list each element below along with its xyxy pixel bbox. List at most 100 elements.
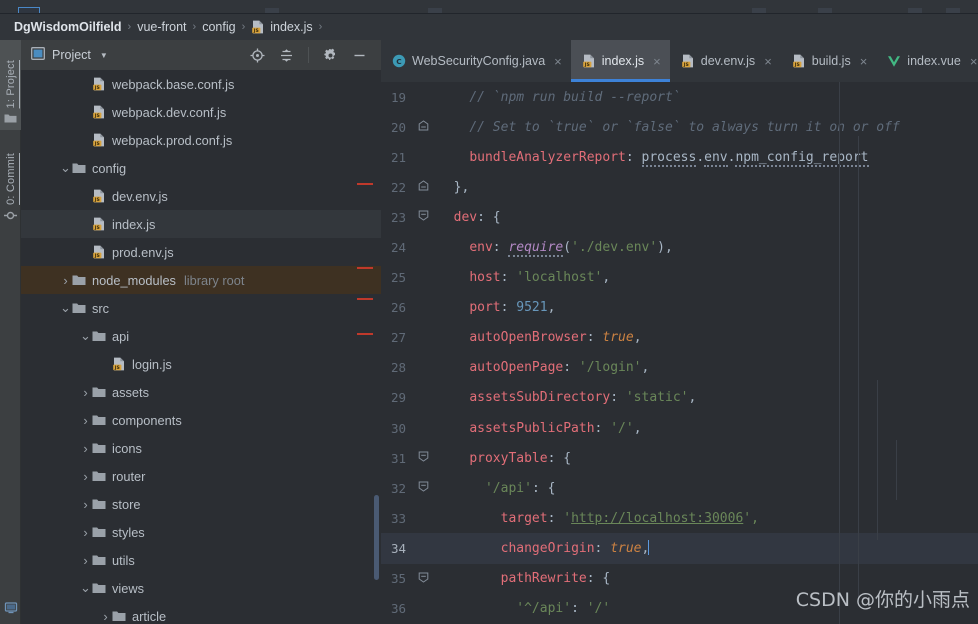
menu-bar-active-item[interactable] — [18, 7, 40, 13]
tree-row[interactable]: › store — [21, 490, 381, 518]
code-line[interactable]: 22 }, — [381, 172, 978, 202]
code-line[interactable]: 26 port: 9521, — [381, 293, 978, 323]
tree-row[interactable]: › utils — [21, 546, 381, 574]
close-icon[interactable]: × — [860, 54, 868, 69]
code-line[interactable]: 29 assetsSubDirectory: 'static', — [381, 383, 978, 413]
chevron-down-icon[interactable]: ⌄ — [79, 329, 92, 342]
fold-end-icon[interactable] — [414, 120, 432, 134]
editor-tab-dev-env-js[interactable]: JS dev.env.js × — [670, 40, 781, 82]
breadcrumb-item-2[interactable]: config — [202, 20, 235, 34]
gear-icon[interactable] — [323, 48, 338, 63]
chevron-down-icon[interactable]: ▼ — [100, 51, 108, 60]
menu-bar-item[interactable] — [752, 8, 766, 13]
chevron-right-icon[interactable]: › — [79, 553, 92, 568]
line-number: 27 — [390, 330, 406, 346]
sidebar-item-terminal[interactable] — [0, 601, 21, 620]
breadcrumb-item-0[interactable]: DgWisdomOilfield — [14, 20, 122, 34]
fold-collapse-icon[interactable] — [414, 572, 432, 586]
project-panel-title-group[interactable]: Project ▼ — [31, 47, 108, 63]
tree-row[interactable]: › article — [21, 602, 381, 624]
tree-row[interactable]: JS prod.env.js — [21, 238, 381, 266]
project-tree-scrollbar[interactable] — [374, 495, 379, 580]
chevron-right-icon[interactable]: › — [99, 609, 112, 624]
tree-row[interactable]: JS webpack.dev.conf.js — [21, 98, 381, 126]
code-editor[interactable]: 19 // `npm run build --report` 20 // Set … — [381, 82, 978, 624]
folder-icon — [92, 414, 106, 426]
close-icon[interactable]: × — [970, 54, 978, 69]
chevron-down-icon[interactable]: ⌄ — [79, 581, 92, 594]
code-line[interactable]: 20 // Set to `true` or `false` to always… — [381, 112, 978, 142]
collapse-all-icon[interactable] — [279, 48, 294, 63]
code-line[interactable]: 28 autoOpenPage: '/login', — [381, 353, 978, 383]
tree-row[interactable]: › router — [21, 462, 381, 490]
menu-bar-item[interactable] — [946, 8, 960, 13]
tree-row[interactable]: ⌄ src — [21, 294, 381, 322]
close-icon[interactable]: × — [653, 54, 661, 69]
editor-tab-websecurityconfig-java[interactable]: C WebSecurityConfig.java × — [381, 40, 571, 82]
chevron-down-icon[interactable]: ⌄ — [59, 161, 72, 174]
fold-collapse-icon[interactable] — [414, 210, 432, 224]
breadcrumb-item-3[interactable]: JS index.js — [251, 20, 313, 34]
chevron-right-icon[interactable]: › — [79, 497, 92, 512]
tree-row[interactable]: JS index.js — [21, 210, 381, 238]
menu-bar-item[interactable] — [428, 8, 442, 13]
chevron-right-icon[interactable]: › — [79, 525, 92, 540]
chevron-right-icon[interactable]: › — [79, 413, 92, 428]
fold-collapse-icon[interactable] — [414, 481, 432, 495]
code-line[interactable]: 24 env: require('./dev.env'), — [381, 232, 978, 262]
menu-bar-item[interactable] — [818, 8, 832, 13]
code-line[interactable]: 27 autoOpenBrowser: true, — [381, 323, 978, 353]
editor-tab-build-js[interactable]: JS build.js × — [781, 40, 877, 82]
tree-row[interactable]: JS login.js — [21, 350, 381, 378]
code-line[interactable]: 33 target: 'http://localhost:30006', — [381, 503, 978, 533]
code-line[interactable]: 34 changeOrigin: true, — [381, 533, 978, 564]
tree-row[interactable]: JS dev.env.js — [21, 182, 381, 210]
tree-row[interactable]: ⌄ config — [21, 154, 381, 182]
code-line[interactable]: 31 proxyTable: { — [381, 443, 978, 473]
tree-row[interactable]: ⌄ api — [21, 322, 381, 350]
project-tree[interactable]: JS webpack.base.conf.js JS webpack.dev.conf… — [21, 70, 381, 624]
menu-bar[interactable] — [0, 0, 978, 14]
code-line[interactable]: 19 // `npm run build --report` — [381, 82, 978, 112]
editor-tab-index-vue[interactable]: index.vue × — [876, 40, 978, 82]
breadcrumb-item-label: vue-front — [137, 20, 187, 34]
sidebar-item-project[interactable]: 1: Project — [0, 40, 21, 130]
code-line[interactable]: 36 '^/api': '/' — [381, 594, 978, 624]
sidebar-item-commit[interactable]: 0: Commit — [0, 136, 21, 228]
tree-row[interactable]: JS webpack.base.conf.js — [21, 70, 381, 98]
tree-row[interactable]: › assets — [21, 378, 381, 406]
chevron-right-icon[interactable]: › — [59, 273, 72, 288]
line-number: 28 — [390, 360, 406, 376]
editor-tab-bar[interactable]: C WebSecurityConfig.java × JS index.js × JS dev… — [381, 40, 978, 82]
hide-panel-icon[interactable] — [352, 48, 367, 63]
close-icon[interactable]: × — [764, 54, 772, 69]
menu-bar-item[interactable] — [908, 8, 922, 13]
close-icon[interactable]: × — [554, 54, 562, 69]
js-file-icon: JS — [92, 189, 106, 203]
tree-row[interactable]: ⌄ views — [21, 574, 381, 602]
chevron-down-icon[interactable]: ⌄ — [59, 301, 72, 314]
chevron-right-icon[interactable]: › — [79, 385, 92, 400]
code-line[interactable]: 25 host: 'localhost', — [381, 263, 978, 293]
breadcrumb-item-1[interactable]: vue-front — [137, 20, 186, 34]
code-line[interactable]: 23 dev: { — [381, 202, 978, 232]
editor-tab-label: dev.env.js — [700, 54, 756, 68]
tree-row[interactable]: › components — [21, 406, 381, 434]
fold-end-icon[interactable] — [414, 180, 432, 194]
code-line[interactable]: 30 assetsPublicPath: '/', — [381, 413, 978, 443]
editor-tab-index-js[interactable]: JS index.js × — [570, 40, 670, 82]
fold-collapse-icon[interactable] — [414, 451, 432, 465]
chevron-right-icon[interactable]: › — [79, 441, 92, 456]
breadcrumb[interactable]: DgWisdomOilfield › vue-front › config › JS inde… — [0, 14, 978, 40]
tree-row-label: node_modules — [92, 272, 176, 288]
menu-bar-item[interactable] — [265, 8, 279, 13]
code-line[interactable]: 35 pathRewrite: { — [381, 564, 978, 594]
tree-row[interactable]: JS webpack.prod.conf.js — [21, 126, 381, 154]
code-line[interactable]: 21 bundleAnalyzerReport: process.env.npm… — [381, 142, 978, 172]
tree-row[interactable]: › icons — [21, 434, 381, 462]
chevron-right-icon[interactable]: › — [79, 469, 92, 484]
code-line[interactable]: 32 '/api': { — [381, 473, 978, 503]
tree-row[interactable]: › node_modules library root — [21, 266, 381, 294]
scroll-from-source-icon[interactable] — [250, 48, 265, 63]
tree-row[interactable]: › styles — [21, 518, 381, 546]
